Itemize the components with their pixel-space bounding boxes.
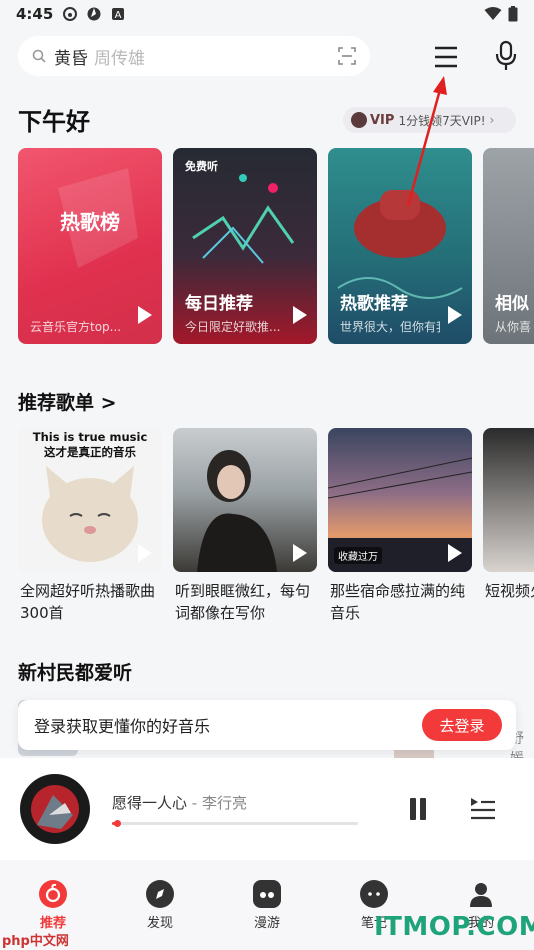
nav-label: 推荐	[39, 916, 66, 931]
login-banner: 登录获取更懂你的好音乐 去登录	[18, 700, 516, 750]
search-row: 黄昏 周传雄	[0, 36, 534, 78]
card-similar[interactable]: 相似 从你喜	[483, 148, 534, 344]
playlist-title: 全网超好听热播歌曲300首	[20, 582, 156, 622]
card-hot-chart[interactable]: 热歌榜 云音乐官方top...	[18, 148, 162, 344]
search-term: 黄昏	[54, 48, 88, 69]
playlist-queue-icon[interactable]	[470, 796, 496, 822]
mini-player[interactable]: 愿得一人心 - 李行亮	[0, 758, 534, 860]
playlist-item[interactable]: 收藏过万 那些宿命感拉满的纯音乐	[328, 428, 472, 624]
menu-icon[interactable]	[432, 44, 460, 70]
greeting-title: 下午好	[18, 108, 90, 136]
play-icon[interactable]	[448, 306, 462, 324]
recommended-playlists-header[interactable]: 推荐歌单 >	[18, 388, 117, 415]
compass-icon	[146, 880, 174, 908]
card-subtitle: 今日限定好歌推...	[185, 320, 281, 334]
wifi-icon	[484, 7, 502, 20]
card-free-badge: 免费听	[185, 160, 218, 173]
progress-knob[interactable]	[113, 820, 121, 827]
album-art	[31, 785, 79, 833]
playlist-cover	[483, 428, 534, 572]
card-title: 热歌推荐	[340, 294, 408, 314]
featured-cards-row: 热歌榜 云音乐官方top... 免费听 每日推荐 今日限定好歌推... 热歌推荐…	[18, 148, 534, 344]
card-subtitle: 云音乐官方top...	[30, 320, 122, 334]
card-title: 相似	[495, 294, 529, 314]
netease-notification-icon	[63, 7, 78, 21]
album-disc[interactable]	[20, 774, 90, 844]
roam-radio-icon	[253, 880, 281, 908]
pause-bar-left	[410, 798, 416, 820]
playlist-title: 听到眼眶微红，每句词都像在写你	[175, 582, 311, 622]
playlist-cover: 收藏过万	[328, 428, 472, 572]
playlist-title: 那些宿命感拉满的纯音乐	[330, 582, 466, 622]
aperture-notification-icon	[87, 7, 101, 21]
watermark-itmop: ITMOP.COM	[374, 912, 534, 942]
chat-bubble-icon	[360, 880, 388, 908]
svg-text:A: A	[115, 10, 122, 21]
now-playing-text: 愿得一人心 - 李行亮	[112, 792, 247, 813]
status-bar: 4:45 A	[0, 0, 534, 28]
card-hot-songs[interactable]: 热歌推荐 世界很大，但你有我...	[328, 148, 472, 344]
nav-item-recommend[interactable]: 推荐	[13, 880, 93, 931]
play-icon[interactable]	[293, 544, 307, 562]
vip-promo-pill[interactable]: VIP 1分钱领7天VIP! ›	[343, 107, 516, 133]
favorites-badge: 收藏过万	[334, 547, 382, 564]
chevron-right-icon: ›	[489, 113, 495, 127]
a-notification-icon: A	[112, 8, 125, 21]
progress-bar[interactable]	[112, 820, 358, 827]
search-hint: 周传雄	[94, 48, 145, 69]
login-button[interactable]: 去登录	[422, 709, 502, 741]
song-title: 愿得一人心	[112, 794, 188, 812]
playlist-row: This is true music 这才是真正的音乐 全网超好听热播歌曲300…	[18, 428, 534, 628]
new-users-section-title: 新村民都爱听	[18, 662, 133, 684]
play-icon[interactable]	[448, 544, 462, 562]
vip-disc-icon	[351, 112, 367, 128]
card-subtitle: 世界很大，但你有我...	[340, 320, 440, 334]
card-hot-chart-center-title: 热歌榜	[60, 210, 120, 234]
song-separator: -	[187, 794, 202, 812]
recommended-playlists-title: 推荐歌单	[18, 392, 95, 414]
playlist-item[interactable]: 短视频火的流行	[483, 428, 534, 602]
microphone-icon[interactable]	[492, 40, 520, 72]
vip-promo-text: 1分钱领7天VIP!	[398, 113, 486, 128]
chevron-right-icon: >	[100, 392, 117, 414]
play-icon[interactable]	[138, 306, 152, 324]
nav-item-roam[interactable]: 漫游	[227, 880, 307, 931]
status-right	[484, 6, 518, 22]
scan-icon[interactable]	[338, 47, 356, 65]
pause-bar-right	[420, 798, 426, 820]
battery-icon	[508, 6, 518, 22]
pause-button[interactable]	[408, 798, 428, 820]
playlist-cover	[173, 428, 317, 572]
search-input[interactable]: 黄昏 周传雄	[18, 36, 370, 76]
status-time: 4:45	[16, 5, 54, 23]
song-artist: 李行亮	[201, 794, 247, 812]
playlist-item[interactable]: 听到眼眶微红，每句词都像在写你	[173, 428, 317, 624]
playlist-item[interactable]: This is true music 这才是真正的音乐 全网超好听热播歌曲300…	[18, 428, 162, 624]
card-title: 每日推荐	[185, 294, 253, 314]
nav-item-discover[interactable]: 发现	[120, 880, 200, 931]
login-prompt-text: 登录获取更懂你的好音乐	[34, 717, 211, 736]
nav-label: 发现	[146, 916, 173, 931]
play-icon[interactable]	[293, 306, 307, 324]
playlist-title: 短视频火的流行	[485, 582, 534, 600]
card-daily-recommend[interactable]: 免费听 每日推荐 今日限定好歌推...	[173, 148, 317, 344]
watermark-php: php中文网	[2, 934, 69, 949]
nav-label: 漫游	[253, 916, 280, 931]
play-icon[interactable]	[138, 544, 152, 562]
card-subtitle: 从你喜	[495, 320, 532, 334]
user-icon	[467, 880, 495, 908]
netease-logo-icon	[39, 880, 67, 908]
vip-tag: VIP	[370, 112, 395, 128]
playlist-cover: This is true music 这才是真正的音乐	[18, 428, 162, 572]
search-icon	[32, 49, 46, 63]
